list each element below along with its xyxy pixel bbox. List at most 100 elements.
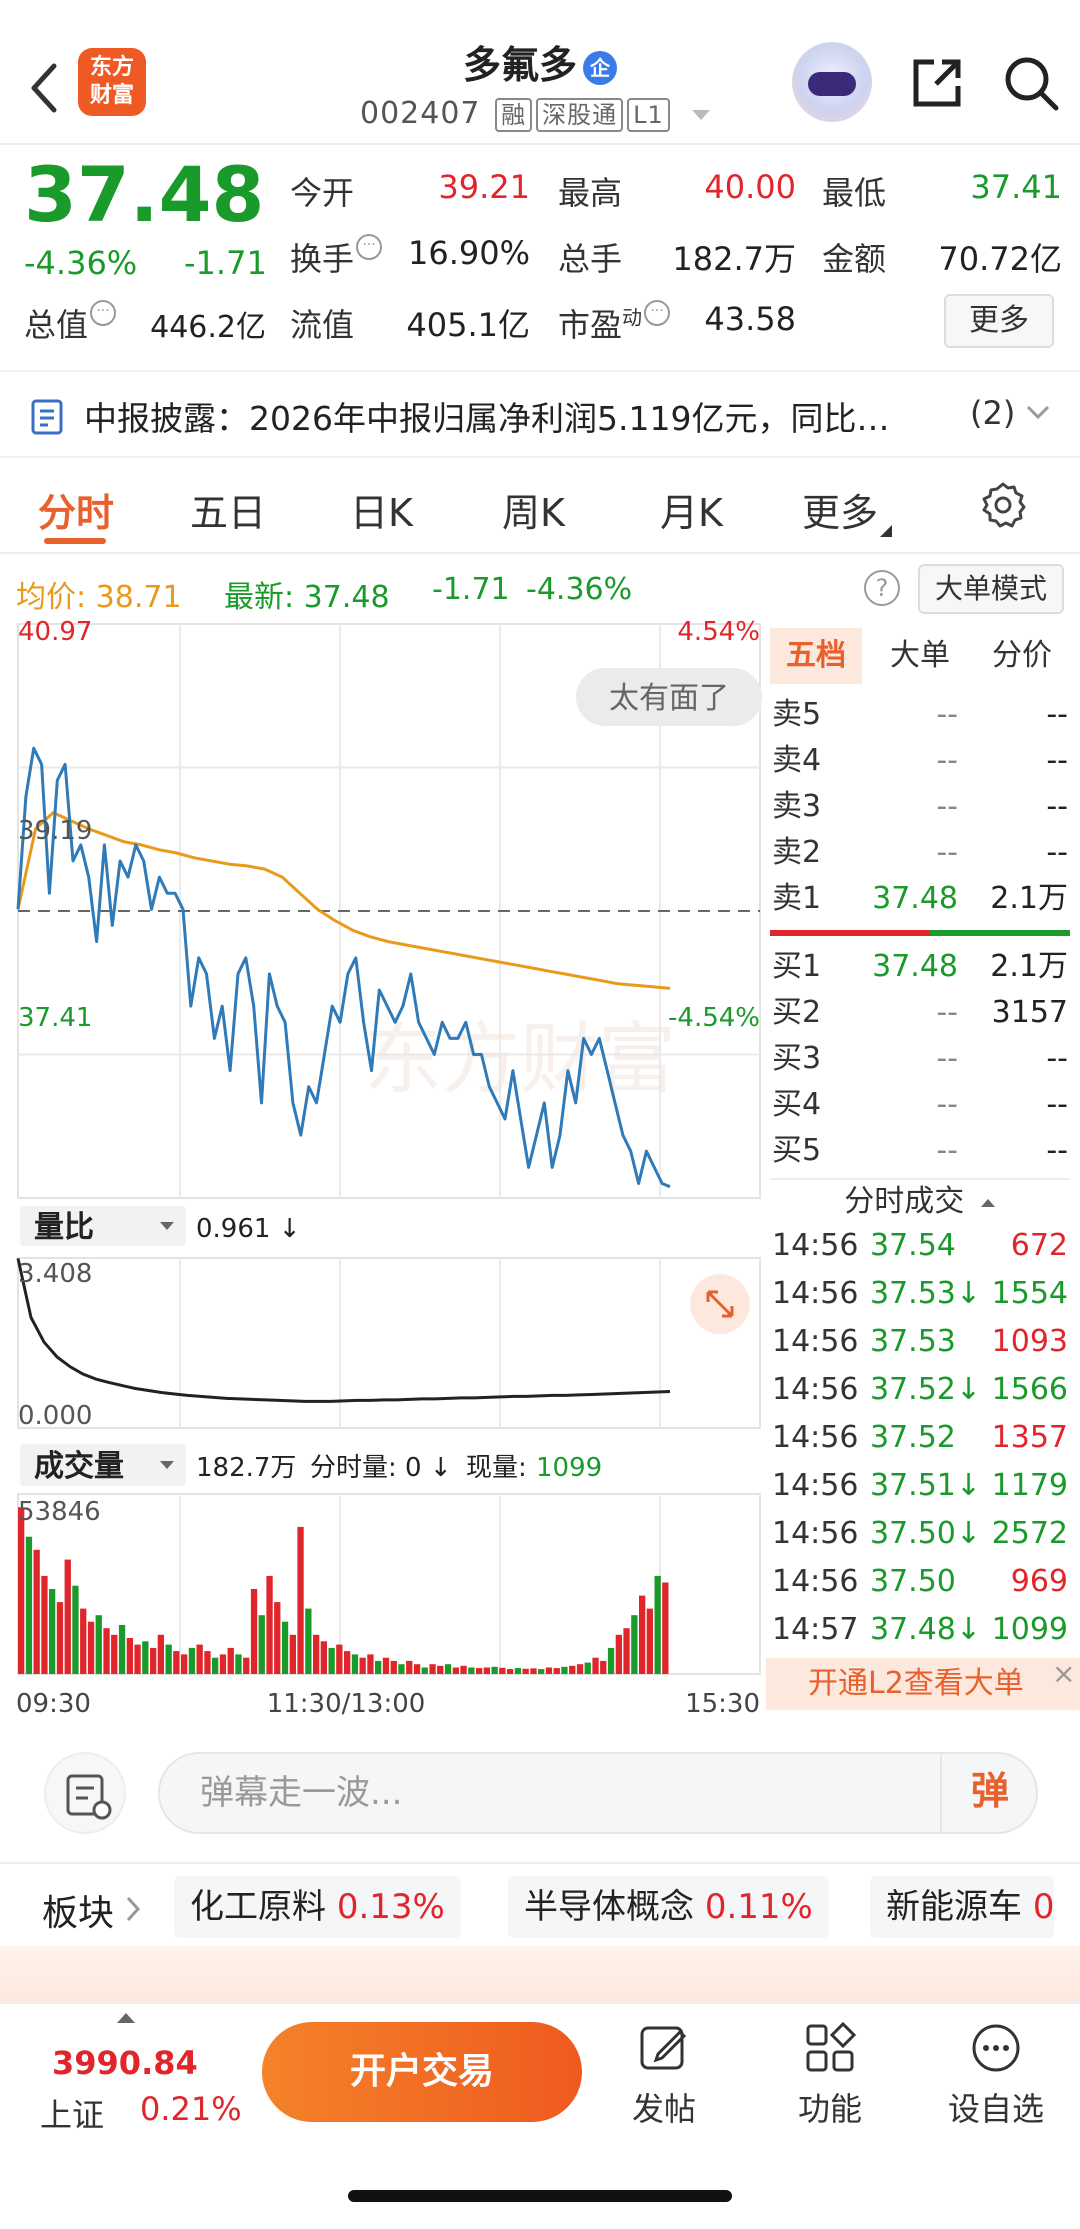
stat-label-float-mcap: 流值	[290, 306, 355, 344]
volume-bar	[545, 1667, 553, 1674]
sector-label[interactable]: 板块	[42, 1884, 114, 1936]
volume-bar	[227, 1647, 234, 1674]
l2-promo-bar[interactable]: 开通L2查看大单 ×	[766, 1658, 1080, 1710]
danmu-settings-button[interactable]	[44, 1752, 126, 1834]
trades-title: 分时成交	[844, 1184, 965, 1219]
trade-price: 37.54	[870, 1228, 956, 1263]
volume-bar	[530, 1668, 537, 1674]
volume-bar	[281, 1621, 289, 1674]
stat-value-float-mcap: 405.1亿	[406, 306, 530, 344]
reaction-bubble-text: 太有面了	[609, 681, 729, 716]
trade-volume: 969	[1010, 1564, 1068, 1599]
pe-label: 市盈	[558, 306, 623, 344]
order-book-bid-row[interactable]: 买5 -- --	[770, 1128, 1070, 1174]
sector-pct: 0.11%	[704, 1887, 813, 1927]
info-dots-icon[interactable]: ···	[90, 300, 117, 326]
volume-bar	[639, 1595, 646, 1674]
order-book-ask-row[interactable]: 卖5 -- --	[770, 692, 1070, 738]
chevron-down-icon[interactable]	[1024, 402, 1052, 422]
nav-post[interactable]: 发帖	[604, 2020, 724, 2130]
gear-icon[interactable]	[978, 480, 1028, 530]
order-book-ask-row[interactable]: 卖3 -- --	[770, 784, 1070, 830]
danmu-input[interactable]: 弹幕走一波...	[158, 1752, 1038, 1834]
stat-value-low: 37.41	[970, 168, 1062, 206]
bid-volume: 2.1万	[990, 949, 1068, 984]
trade-price: 37.50↓	[870, 1516, 982, 1551]
danmu-send-button[interactable]: 弹	[940, 1752, 1038, 1834]
ask-volume: --	[1046, 697, 1068, 732]
volume-bar	[413, 1664, 421, 1674]
stock-code-line[interactable]: 002407 融深股通 L1	[360, 96, 712, 132]
search-icon[interactable]	[1000, 52, 1062, 114]
bid-price: --	[936, 1087, 958, 1122]
index-percent: 0.21%	[140, 2090, 242, 2128]
sector-chip[interactable]: 化工原料 0.13%	[174, 1876, 461, 1938]
order-book-bid-row[interactable]: 买1 37.48 2.1万	[770, 944, 1070, 990]
volume-bar	[375, 1660, 382, 1674]
nav-functions-label: 功能	[797, 2090, 862, 2128]
order-book-bid-row[interactable]: 买2 -- 3157	[770, 990, 1070, 1036]
help-icon[interactable]: ?	[864, 570, 900, 606]
time-label-midday: 11:30/13:00	[267, 1689, 426, 1719]
pe-dynamic-sup: 动	[622, 305, 643, 330]
order-book-bid-row[interactable]: 买4 -- --	[770, 1082, 1070, 1128]
volume-bar	[196, 1644, 203, 1674]
volume-bar	[157, 1634, 164, 1674]
volume-bar	[491, 1666, 498, 1674]
sector-chip[interactable]: 半导体概念 0.11%	[508, 1876, 829, 1938]
index-value[interactable]: 3990.84	[52, 2044, 198, 2082]
volume-bar	[398, 1664, 405, 1674]
volume-bar	[188, 1647, 196, 1674]
info-dots-icon[interactable]: ···	[644, 300, 671, 326]
nav-watchlist[interactable]: 设自选	[936, 2020, 1056, 2130]
close-icon[interactable]: ×	[1052, 1660, 1080, 1688]
nav-functions[interactable]: 功能	[770, 2020, 890, 2130]
bid-volume: 3157	[991, 995, 1068, 1030]
tab-intraday[interactable]: 分时	[38, 482, 114, 537]
more-stats-button[interactable]: 更多	[944, 294, 1054, 348]
bid-level-label: 买4	[772, 1087, 822, 1122]
order-book-bid-row[interactable]: 买3 -- --	[770, 1036, 1070, 1082]
tab-weekly-k[interactable]: 周K	[502, 482, 565, 537]
big-order-mode-button[interactable]: 大单模式	[918, 564, 1064, 614]
volume-bar	[437, 1665, 444, 1674]
news-banner[interactable]: 中报披露：2026年中报归属净利润5.119亿元，同比… (2)	[0, 370, 1080, 458]
latest-price-label: 最新: 37.48	[224, 580, 390, 615]
ask-volume: --	[1046, 789, 1068, 824]
share-icon[interactable]	[906, 52, 968, 114]
dropdown-caret-icon[interactable]	[690, 108, 712, 122]
more-dots-icon	[972, 2024, 1020, 2072]
info-dots-icon[interactable]: ···	[356, 234, 383, 260]
volume-bar	[406, 1660, 413, 1674]
tab-big-orders[interactable]: 大单	[874, 628, 966, 684]
volume-bar	[250, 1589, 258, 1674]
order-book-ask-row[interactable]: 卖2 -- --	[770, 830, 1070, 876]
volume-ratio-max: 3.408	[18, 1259, 92, 1289]
trade-volume: 1357	[991, 1420, 1068, 1455]
tab-price-distribution[interactable]: 分价	[976, 628, 1068, 684]
intraday-chart[interactable]: 东方财富 40.97 4.54% 39.19 37.41 -4.54% 太有面了…	[0, 618, 766, 1728]
ask-ratio-bar	[770, 930, 930, 936]
trade-price: 37.52	[870, 1420, 956, 1455]
stock-code: 002407	[360, 96, 481, 131]
order-book-ask-row[interactable]: 卖4 -- --	[770, 738, 1070, 784]
trade-row: 14:57 37.48↓ 1099	[770, 1606, 1070, 1654]
volume-bar	[204, 1651, 211, 1674]
open-trade-button[interactable]: 开户交易	[262, 2022, 582, 2122]
current-volume-label: 现量:	[466, 1453, 527, 1483]
sector-chip[interactable]: 新能源车 0	[870, 1876, 1055, 1938]
trades-header[interactable]: 分时成交	[770, 1178, 1070, 1222]
sector-bar: 板块 化工原料 0.13% 半导体概念 0.11% 新能源车 0	[0, 1862, 1080, 1946]
tab-daily-k[interactable]: 日K	[350, 482, 413, 537]
volume-ratio-frame	[17, 1257, 761, 1429]
volume-bar	[367, 1654, 374, 1674]
trade-row: 14:56 37.51↓ 1179	[770, 1462, 1070, 1510]
tab-monthly-k[interactable]: 月K	[660, 482, 723, 537]
tab-five-levels[interactable]: 五档	[770, 628, 862, 684]
tab-more[interactable]: 更多	[802, 482, 893, 537]
chevron-right-icon[interactable]	[124, 1894, 142, 1924]
tab-five-day[interactable]: 五日	[190, 482, 266, 537]
stat-value-turnover: 16.90%	[407, 234, 530, 272]
order-book-ask-row[interactable]: 卖1 37.48 2.1万	[770, 876, 1070, 922]
ai-assistant-robot-icon[interactable]	[792, 42, 872, 122]
